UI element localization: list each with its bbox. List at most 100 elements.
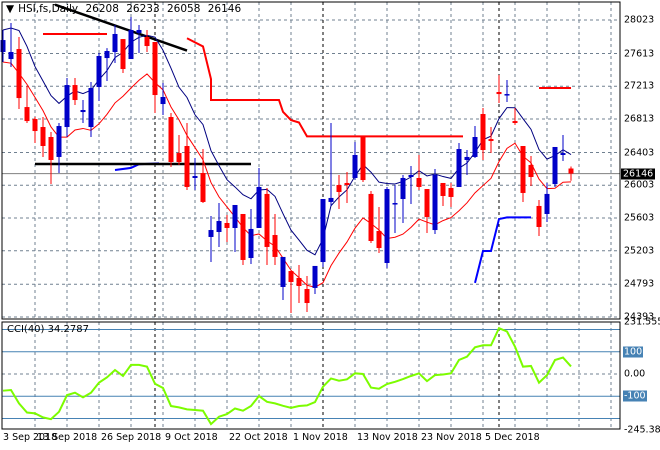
candle-body	[312, 265, 318, 288]
candle-body	[560, 153, 566, 155]
candle-body	[568, 168, 574, 174]
bearish-candle	[488, 127, 494, 154]
candle-body	[128, 29, 134, 60]
bearish-candle	[304, 276, 310, 313]
candle-body	[536, 205, 542, 227]
candle-body	[448, 187, 454, 197]
bearish-candle	[72, 78, 78, 106]
month-separators	[154, 2, 500, 429]
candle-body	[248, 228, 254, 259]
bearish-candle	[32, 117, 38, 143]
date-label: 26 Sep 2018	[101, 432, 162, 443]
bullish-candle	[400, 174, 406, 223]
bearish-candle	[168, 113, 174, 168]
bullish-candle	[352, 141, 358, 181]
candle-body	[384, 189, 390, 263]
candle-body	[288, 271, 294, 282]
candle-body	[528, 164, 534, 178]
bearish-candle	[272, 213, 278, 265]
bullish-candle	[248, 209, 254, 264]
candle-body	[48, 137, 54, 160]
bullish-candle	[504, 79, 510, 102]
candle-body	[320, 199, 326, 263]
candle-body	[16, 49, 22, 99]
candle-body	[208, 230, 214, 237]
price-tick-label: 27613	[624, 48, 655, 60]
bullish-candle	[320, 199, 326, 268]
candle-body	[240, 213, 246, 260]
bearish-candle	[176, 135, 182, 165]
candle-body	[280, 256, 286, 287]
candle-body	[216, 221, 222, 232]
date-label: 5 Dec 2018	[485, 432, 540, 443]
price-tick-label: 27213	[624, 80, 655, 92]
open-value: 26208	[85, 3, 119, 15]
candle-body	[160, 96, 166, 105]
candle-body	[184, 146, 190, 187]
candle-body	[176, 153, 182, 163]
candle-body	[464, 156, 470, 160]
candle-body	[0, 40, 6, 52]
cci-level-label: -100	[623, 390, 647, 402]
symbol-label: HSI,fs,Daily	[18, 3, 79, 15]
ma-fast-line	[2, 27, 572, 256]
bearish-candle	[288, 271, 294, 313]
candle-body	[80, 110, 86, 113]
collapse-arrow-icon[interactable]: ▼	[6, 3, 14, 15]
candle-body	[104, 51, 110, 59]
resistance-stop-line	[186, 37, 463, 138]
bearish-candle	[296, 264, 302, 304]
candle-body	[272, 235, 278, 257]
candle-body	[96, 56, 102, 88]
price-tick-label: 26003	[624, 179, 655, 191]
candle-body	[152, 42, 158, 96]
bearish-candle	[448, 182, 454, 207]
price-tick-label: 25603	[624, 212, 655, 224]
bearish-candle	[24, 86, 30, 124]
bullish-candle	[104, 48, 110, 82]
price-tick-label: 24793	[624, 278, 655, 290]
bullish-candle	[472, 126, 478, 159]
date-label: 23 Nov 2018	[421, 432, 482, 443]
bullish-candle	[256, 168, 262, 228]
candle-body	[256, 186, 262, 228]
bullish-candle	[232, 204, 238, 252]
candle-body	[496, 92, 502, 95]
candle-body	[200, 173, 206, 202]
bullish-candle	[280, 256, 286, 300]
candle-body	[232, 204, 238, 228]
candle-body	[264, 193, 270, 247]
chart-canvas[interactable]	[0, 0, 660, 450]
candle-body	[328, 197, 334, 202]
bearish-candle	[496, 75, 502, 104]
cci-levels	[2, 329, 620, 419]
candle-body	[344, 182, 350, 186]
bearish-candle	[120, 39, 126, 74]
current-price-tag: 26146	[621, 168, 656, 180]
candle-body	[472, 137, 478, 157]
bullish-candle	[112, 24, 118, 64]
bullish-candle	[456, 142, 462, 187]
candle-body	[440, 182, 446, 196]
bullish-candle	[96, 53, 102, 101]
bullish-candle	[208, 215, 214, 263]
candle-body	[352, 155, 358, 178]
bearish-candle	[40, 117, 46, 157]
bearish-candle	[16, 37, 22, 110]
low-value: 26058	[167, 3, 201, 15]
bearish-candle	[520, 146, 526, 202]
candle-body	[424, 189, 430, 218]
price-tick-label: 26403	[624, 147, 655, 159]
candle-body	[32, 119, 38, 132]
price-tick-label: 26813	[624, 113, 655, 125]
bullish-candle	[560, 135, 566, 161]
bearish-candle	[224, 214, 230, 242]
main-panel-frame	[1, 1, 621, 320]
candle-body	[224, 222, 230, 228]
bullish-candle	[64, 78, 70, 137]
candle-body	[368, 193, 374, 241]
bullish-candle	[0, 29, 6, 63]
bullish-candle	[552, 146, 558, 187]
date-label: 9 Oct 2018	[165, 432, 218, 443]
candle-body	[432, 174, 438, 231]
